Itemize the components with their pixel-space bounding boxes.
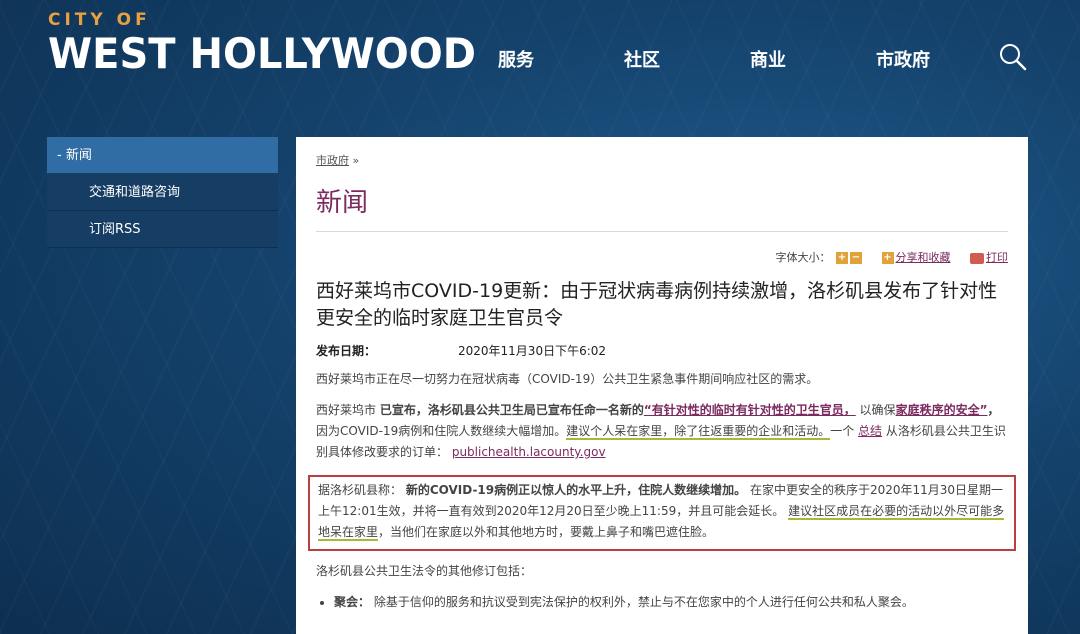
nav-city-hall[interactable]: 市政府 [876,46,930,72]
nav-business[interactable]: 商业 [750,46,786,72]
font-decrease-button[interactable]: − [850,252,862,264]
article-title: 西好莱坞市COVID-19更新：由于冠状病毒病例持续激增，洛杉矶县发布了针对性更… [316,280,998,329]
text-segment: 西好莱坞市 [316,403,380,417]
list-item: 聚会： 除基于信仰的服务和抗议受到宪法保护的权利外，禁止与不在您家中的个人进行任… [334,592,1008,612]
share-icon: + [881,252,894,264]
article-tools: 字体大小： + − + 分享和收藏 打印 [316,249,1008,265]
sidebar-item-traffic[interactable]: 交通和道路咨询 [47,174,278,211]
page-title: 新闻 [316,182,1008,232]
search-icon[interactable] [998,42,1028,72]
text-segment: 一个 [830,424,859,438]
logo-west-hollywood: WEST HOLLYWOOD [48,30,476,79]
sidebar: - 新闻 交通和道路咨询 订阅RSS [47,137,278,248]
text-segment: 因为COVID-19病例和住院人数继续大幅增加。 [316,424,567,438]
nav-community[interactable]: 社区 [624,46,660,72]
paragraph-intro: 西好莱坞市正在尽一切努力在冠状病毒（COVID-19）公共卫生紧急事件期间响应社… [316,372,819,386]
printer-icon [970,252,984,264]
paragraph-county-statement: 据洛杉矶县称： 新的COVID-19病例正以惊人的水平上升，住院人数继续增加。 … [318,480,1006,543]
sidebar-item-rss[interactable]: 订阅RSS [47,211,278,248]
text-segment: ，当他们在家庭以外和其他地方时，要戴上鼻子和嘴巴遮住脸。 [378,525,715,539]
text-segment-bold: 新的COVID-19病例正以惊人的水平上升，住院人数继续增加。 [405,483,747,497]
text-segment: 据洛杉矶县称： [318,483,406,497]
highlighted-advice: 建议个人呆在家里，除了往返重要的企业和活动。 [566,424,831,440]
publish-date: 发布日期： 2020年11月30日下午6:02 [316,342,1008,359]
site-header: CITY OF WEST HOLLYWOOD 服务 社区 商业 市政府 [0,0,1080,110]
breadcrumb: 市政府 » [316,152,1008,168]
text-segment-bold: 已宣布，洛杉矶县公共卫生局已宣布任命一名新的 [379,403,644,417]
share-link[interactable]: 分享和收藏 [896,251,951,264]
publish-date-label: 发布日期： [316,344,377,358]
list-item-label: 聚会： [334,595,371,609]
link-safer-at-home[interactable]: 家庭秩序的安全” [896,403,988,417]
revisions-list: 聚会： 除基于信仰的服务和抗议受到宪法保护的权利外，禁止与不在您家中的个人进行任… [334,592,1008,612]
paragraph-other-revisions: 洛杉矶县公共卫生法令的其他修订包括： [316,564,533,578]
text-segment: 以确保 [855,403,896,417]
font-size-label: 字体大小： [775,251,831,264]
highlighted-box: 据洛杉矶县称： 新的COVID-19病例正以惊人的水平上升，住院人数继续增加。 … [308,475,1016,551]
list-item-text: 除基于信仰的服务和抗议受到宪法保护的权利外，禁止与不在您家中的个人进行任何公共和… [370,595,914,609]
breadcrumb-city-hall[interactable]: 市政府 [316,154,349,167]
site-logo[interactable]: CITY OF WEST HOLLYWOOD [48,10,476,79]
breadcrumb-separator: » [349,154,360,167]
sidebar-item-news[interactable]: - 新闻 [47,137,278,174]
link-summary[interactable]: 总结 [858,424,882,438]
main-nav: 服务 社区 商业 市政府 [498,46,930,72]
link-publichealth[interactable]: publichealth.lacounty.gov [452,445,606,459]
paragraph-announcement: 西好莱坞市 已宣布，洛杉矶县公共卫生局已宣布任命一名新的“有针对性的临时有针对性… [316,400,1008,463]
publish-date-value: 2020年11月30日下午6:02 [458,344,607,358]
link-health-officer[interactable]: “有针对性的临时有针对性的卫生官员， [644,403,856,417]
logo-city-of: CITY OF [48,10,151,30]
font-increase-button[interactable]: + [836,252,848,264]
text-segment: ， [987,403,1000,417]
print-link[interactable]: 打印 [986,251,1008,264]
nav-services[interactable]: 服务 [498,46,534,72]
main-content: 市政府 » 新闻 字体大小： + − + 分享和收藏 打印 西好莱坞市COVID-1… [296,137,1028,634]
